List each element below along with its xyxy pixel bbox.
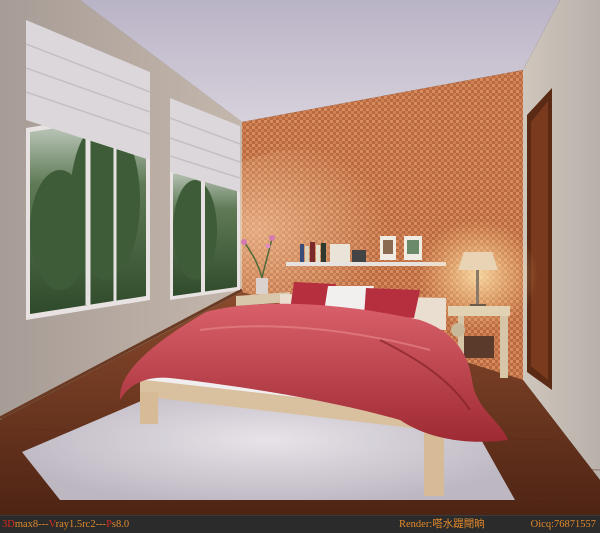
software-ps-rest: s8.0 [111,519,130,530]
window-right [169,98,241,300]
software-vray-rest: ray1.5rc2--- [55,519,107,530]
software-credits: 3Dmax8---Vray1.5rc2---Ps8.0 [2,516,129,533]
bedroom-render [0,0,600,515]
software-vray-key: V [48,519,56,530]
window-left [25,20,151,320]
qq-contact: Oicq:76871557 [530,519,596,530]
software-3dmax-key: 3D [2,519,15,530]
render-caption-bar: 3Dmax8---Vray1.5rc2---Ps8.0 Render:嗒水踶閜晌… [0,515,600,533]
render-credit: Render:嗒水踶閜晌 [399,519,485,530]
software-3dmax-rest: max8--- [14,519,49,530]
